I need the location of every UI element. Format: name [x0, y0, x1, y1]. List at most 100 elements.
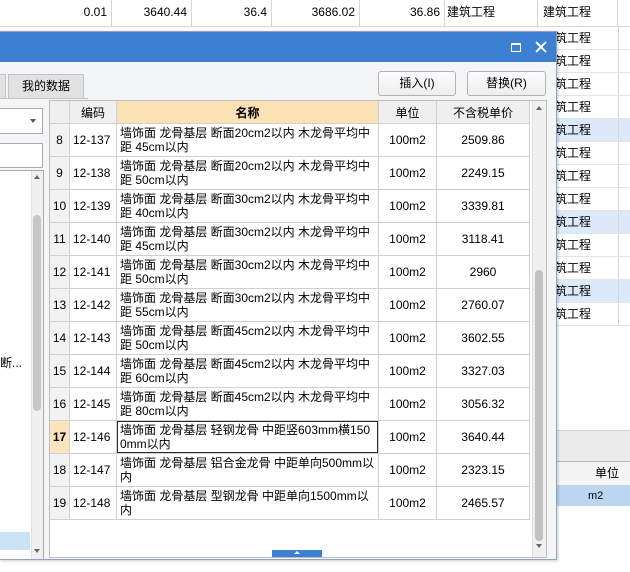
sheet-cell[interactable]: 建筑工程: [538, 0, 618, 26]
name-cell[interactable]: 墙饰面 龙骨基层 断面20cm2以内 木龙骨平均中距 45cm以内: [117, 124, 379, 157]
price-cell[interactable]: 3118.41: [437, 223, 530, 256]
sheet-cell[interactable]: 3640.44: [112, 0, 192, 26]
splitter-handle[interactable]: [272, 550, 322, 557]
name-cell[interactable]: 墙饰面 龙骨基层 断面30cm2以内 木龙骨平均中距 40cm以内: [117, 190, 379, 223]
price-cell[interactable]: 2960: [437, 256, 530, 289]
unit-cell[interactable]: 100m2: [379, 289, 437, 322]
row-number-cell[interactable]: 12: [50, 256, 70, 289]
unit-column-header[interactable]: 单位: [595, 462, 619, 485]
name-cell[interactable]: 墙饰面 龙骨基层 断面45cm2以内 木龙骨平均中距 60cm以内: [117, 355, 379, 388]
table-row[interactable]: 14 12-143 墙饰面 龙骨基层 断面45cm2以内 木龙骨平均中距 50cm以…: [50, 322, 530, 355]
table-row[interactable]: 18 12-147 墙饰面 龙骨基层 铝合金龙骨 中距单向500mm以内 100m2 2…: [50, 454, 530, 487]
tree-scrollbar[interactable]: [31, 171, 43, 559]
row-number-cell[interactable]: 13: [50, 289, 70, 322]
code-cell[interactable]: 12-147: [70, 454, 117, 487]
price-cell[interactable]: 3056.32: [437, 388, 530, 421]
close-icon[interactable]: [535, 41, 547, 53]
name-cell[interactable]: 墙饰面 龙骨基层 断面30cm2以内 木龙骨平均中距 55cm以内: [117, 289, 379, 322]
table-scrollbar[interactable]: [532, 101, 546, 557]
name-column-header[interactable]: 名称: [117, 101, 379, 124]
unit-cell[interactable]: 100m2: [379, 124, 437, 157]
unit-cell[interactable]: 100m2: [379, 355, 437, 388]
sheet-top-row[interactable]: 0.01 3640.44 36.4 3686.02 36.86 建筑工程 建筑工程: [0, 0, 630, 27]
scroll-up-icon[interactable]: [536, 106, 542, 110]
row-number-cell[interactable]: 18: [50, 454, 70, 487]
unit-cell[interactable]: 100m2: [379, 322, 437, 355]
price-cell[interactable]: 2509.86: [437, 124, 530, 157]
table-row[interactable]: 19 12-148 墙饰面 龙骨基层 型钢龙骨 中距单向1500mm以内 100m2 2…: [50, 487, 530, 520]
chevron-down-icon[interactable]: [30, 119, 36, 123]
replace-button[interactable]: 替换(R): [467, 71, 546, 96]
tree-item[interactable]: 断...: [0, 356, 22, 370]
code-cell[interactable]: 12-139: [70, 190, 117, 223]
sheet-cell[interactable]: 36.4: [192, 0, 272, 26]
code-column-header[interactable]: 编码: [70, 101, 117, 124]
table-row[interactable]: 9 12-138 墙饰面 龙骨基层 断面20cm2以内 木龙骨平均中距 50cm以内…: [50, 157, 530, 190]
code-cell[interactable]: 12-143: [70, 322, 117, 355]
row-number-cell[interactable]: 14: [50, 322, 70, 355]
row-number-cell[interactable]: 8: [50, 124, 70, 157]
code-cell[interactable]: 12-138: [70, 157, 117, 190]
unit-cell[interactable]: 100m2: [379, 256, 437, 289]
row-number-cell[interactable]: 10: [50, 190, 70, 223]
unit-cell[interactable]: 100m2: [379, 190, 437, 223]
table-row[interactable]: 13 12-142 墙饰面 龙骨基层 断面30cm2以内 木龙骨平均中距 55cm以…: [50, 289, 530, 322]
tab-previous[interactable]: [0, 74, 6, 99]
row-number-cell[interactable]: 15: [50, 355, 70, 388]
table-row[interactable]: 8 12-137 墙饰面 龙骨基层 断面20cm2以内 木龙骨平均中距 45cm以内…: [50, 124, 530, 157]
unit-cell[interactable]: 100m2: [379, 223, 437, 256]
name-cell[interactable]: 墙饰面 龙骨基层 断面30cm2以内 木龙骨平均中距 50cm以内: [117, 256, 379, 289]
code-cell[interactable]: 12-140: [70, 223, 117, 256]
unit-cell[interactable]: 100m2: [379, 388, 437, 421]
sheet-cell[interactable]: 3686.02: [272, 0, 360, 26]
scrollbar-thumb[interactable]: [535, 270, 543, 541]
price-cell[interactable]: 2323.15: [437, 454, 530, 487]
name-cell[interactable]: 墙饰面 龙骨基层 断面45cm2以内 木龙骨平均中距 80cm以内: [117, 388, 379, 421]
row-number-cell[interactable]: 17: [50, 421, 70, 454]
table-row[interactable]: 15 12-144 墙饰面 龙骨基层 断面45cm2以内 木龙骨平均中距 60cm以…: [50, 355, 530, 388]
maximize-icon[interactable]: [511, 43, 521, 52]
price-cell[interactable]: 3327.03: [437, 355, 530, 388]
price-cell[interactable]: 2249.15: [437, 157, 530, 190]
unit-column-header[interactable]: 单位: [379, 101, 437, 124]
unit-cell[interactable]: 100m2: [379, 157, 437, 190]
name-cell[interactable]: 墙饰面 龙骨基层 断面45cm2以内 木龙骨平均中距 50cm以内: [117, 322, 379, 355]
table-row[interactable]: 16 12-145 墙饰面 龙骨基层 断面45cm2以内 木龙骨平均中距 80cm以…: [50, 388, 530, 421]
price-column-header[interactable]: 不含税单价: [437, 101, 530, 124]
scroll-up-icon[interactable]: [34, 175, 40, 179]
tree-selected-item[interactable]: [0, 532, 30, 550]
name-cell[interactable]: 墙饰面 龙骨基层 断面20cm2以内 木龙骨平均中距 50cm以内: [117, 157, 379, 190]
unit-cell[interactable]: 100m2: [379, 487, 437, 520]
table-row[interactable]: 11 12-140 墙饰面 龙骨基层 断面30cm2以内 木龙骨平均中距 45cm以…: [50, 223, 530, 256]
name-cell[interactable]: 墙饰面 龙骨基层 断面30cm2以内 木龙骨平均中距 45cm以内: [117, 223, 379, 256]
sheet-cell[interactable]: 0.01: [0, 0, 112, 26]
scroll-down-icon[interactable]: [536, 544, 542, 548]
code-cell[interactable]: 12-141: [70, 256, 117, 289]
row-number-cell[interactable]: 16: [50, 388, 70, 421]
table-row[interactable]: 12 12-141 墙饰面 龙骨基层 断面30cm2以内 木龙骨平均中距 50cm以…: [50, 256, 530, 289]
dialog-title-bar[interactable]: [0, 32, 556, 62]
library-dropdown[interactable]: [0, 108, 43, 134]
code-cell[interactable]: 12-148: [70, 487, 117, 520]
code-cell[interactable]: 12-142: [70, 289, 117, 322]
code-cell[interactable]: 12-146: [70, 421, 117, 454]
chevron-up-icon[interactable]: [294, 551, 300, 554]
sheet-cell[interactable]: 36.86: [360, 0, 445, 26]
unit-cell[interactable]: 100m2: [379, 454, 437, 487]
chapter-tree[interactable]: 断...: [0, 170, 44, 559]
table-row[interactable]: 17 12-146 墙饰面 龙骨基层 轻钢龙骨 中距竖603mm横1500mm以内 1…: [50, 421, 530, 454]
name-cell[interactable]: 墙饰面 龙骨基层 轻钢龙骨 中距竖603mm横1500mm以内: [117, 421, 379, 454]
price-cell[interactable]: 2760.07: [437, 289, 530, 322]
sheet-cell[interactable]: 建筑工程: [445, 0, 538, 26]
row-number-cell[interactable]: 11: [50, 223, 70, 256]
code-cell[interactable]: 12-144: [70, 355, 117, 388]
name-cell[interactable]: 墙饰面 龙骨基层 铝合金龙骨 中距单向500mm以内: [117, 454, 379, 487]
name-cell[interactable]: 墙饰面 龙骨基层 型钢龙骨 中距单向1500mm以内: [117, 487, 379, 520]
row-number-cell[interactable]: 9: [50, 157, 70, 190]
tab-my-data[interactable]: 我的数据: [8, 74, 84, 99]
price-cell[interactable]: 2465.57: [437, 487, 530, 520]
code-cell[interactable]: 12-137: [70, 124, 117, 157]
unit-cell[interactable]: 100m2: [379, 421, 437, 454]
insert-button[interactable]: 插入(I): [378, 71, 456, 96]
row-number-cell[interactable]: 19: [50, 487, 70, 520]
